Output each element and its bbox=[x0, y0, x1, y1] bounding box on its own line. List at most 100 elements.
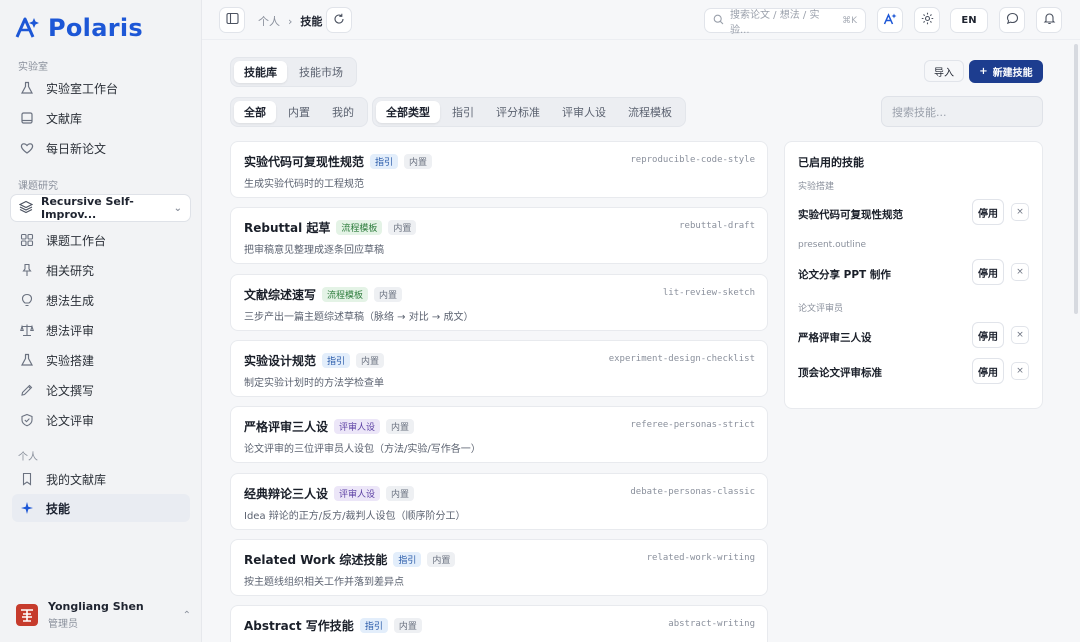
skill-card[interactable]: Related Work 综述技能 指引 内置 按主题线组织相关工作并落到差异点 rel… bbox=[230, 539, 768, 596]
project-selector[interactable]: Recursive Self-Improv... ⌄ bbox=[10, 194, 191, 222]
user-info: Yongliang Shen 管理员 bbox=[48, 600, 144, 630]
layers-icon bbox=[18, 200, 34, 217]
panel-title: 已启用的技能 bbox=[798, 156, 864, 169]
breadcrumb-item[interactable]: 个人 bbox=[258, 13, 280, 29]
skill-title-row: 实验设计规范 指引 内置 bbox=[244, 352, 385, 369]
filter-type-flow[interactable]: 流程模板 bbox=[618, 101, 682, 123]
flask-icon bbox=[20, 353, 34, 367]
sidebar-item-library[interactable]: 文献库 bbox=[12, 104, 190, 132]
logo[interactable]: Polaris bbox=[14, 14, 143, 42]
remove-button[interactable]: × bbox=[1011, 263, 1029, 281]
skill-type-tag: 流程模板 bbox=[336, 220, 383, 235]
search-shortcut: ⌘K bbox=[842, 15, 857, 26]
skill-title-row: 经典辩论三人设 评审人设 内置 bbox=[244, 485, 415, 502]
breadcrumb-separator: › bbox=[288, 14, 293, 28]
scope-filter: 全部 内置 我的 bbox=[230, 97, 368, 127]
user-menu[interactable]: Yongliang Shen 管理员 ⌃ bbox=[16, 600, 191, 630]
skill-title-row: Abstract 写作技能 指引 内置 bbox=[244, 617, 422, 634]
filter-scope-all[interactable]: 全部 bbox=[234, 101, 276, 123]
skill-card[interactable]: 实验设计规范 指引 内置 制定实验计划时的方法学检查单 experiment-desig… bbox=[230, 340, 768, 397]
sidebar-item-label: 文献库 bbox=[46, 111, 83, 126]
builtin-tag: 内置 bbox=[404, 154, 433, 169]
skill-title: 实验设计规范 bbox=[244, 354, 317, 368]
builtin-tag: 内置 bbox=[427, 552, 456, 567]
tab-skill-library[interactable]: 技能库 bbox=[234, 61, 287, 83]
sidebar-item-skills[interactable]: 技能 bbox=[12, 494, 190, 522]
sidebar-item-label: 想法评审 bbox=[46, 323, 95, 338]
filter-scope-mine[interactable]: 我的 bbox=[322, 101, 364, 123]
group-label: 实验搭建 bbox=[798, 182, 835, 192]
builtin-tag: 内置 bbox=[393, 618, 422, 633]
refresh-icon bbox=[333, 13, 345, 28]
grid-icon bbox=[20, 233, 34, 247]
ai-assistant-button[interactable] bbox=[877, 7, 903, 33]
skill-slug: lit-review-sketch bbox=[662, 288, 755, 298]
remove-button[interactable]: × bbox=[1011, 203, 1029, 221]
skill-title: 文献综述速写 bbox=[244, 288, 317, 302]
sidebar-item-project-workbench[interactable]: 课题工作台 bbox=[12, 226, 190, 254]
skill-type-tag: 评审人设 bbox=[334, 486, 381, 501]
sidebar: Polaris 实验室 实验室工作台 文献库 每日新论文 课题研究 Recurs… bbox=[0, 0, 202, 642]
sidebar-toggle-button[interactable] bbox=[219, 7, 245, 33]
language-button[interactable]: EN bbox=[950, 8, 988, 33]
skill-description: 生成实验代码时的工程规范 bbox=[244, 179, 364, 190]
scrollbar[interactable] bbox=[1074, 44, 1078, 314]
sidebar-item-lab-workbench[interactable]: 实验室工作台 bbox=[12, 74, 190, 102]
new-skill-button[interactable]: + 新建技能 bbox=[969, 60, 1043, 83]
refresh-button[interactable] bbox=[326, 7, 352, 33]
sidebar-item-related-research[interactable]: 相关研究 bbox=[12, 256, 190, 284]
skill-description: Idea 辩论的正方/反方/裁判人设包（顺序阶分工） bbox=[244, 511, 466, 522]
sidebar-item-experiment-setup[interactable]: 实验搭建 bbox=[12, 346, 190, 374]
skill-card[interactable]: Rebuttal 起草 流程模板 内置 把审稿意见整理成逐条回应草稿 rebuttal-… bbox=[230, 207, 768, 264]
sidebar-item-my-library[interactable]: 我的文献库 bbox=[12, 465, 190, 493]
logo-icon bbox=[15, 17, 39, 38]
polaris-icon bbox=[883, 12, 897, 29]
import-button[interactable]: 导入 bbox=[924, 60, 964, 82]
disable-button[interactable]: 停用 bbox=[972, 199, 1004, 225]
bell-icon bbox=[1043, 12, 1056, 28]
disable-button[interactable]: 停用 bbox=[972, 322, 1004, 348]
sidebar-item-daily-papers[interactable]: 每日新论文 bbox=[12, 134, 190, 162]
disable-button[interactable]: 停用 bbox=[972, 358, 1004, 384]
bulb-icon bbox=[20, 293, 34, 307]
remove-button[interactable]: × bbox=[1011, 362, 1029, 380]
skill-title: 严格评审三人设 bbox=[244, 420, 329, 434]
skill-card[interactable]: 严格评审三人设 评审人设 内置 论文评审的三位评审员人设包（方法/实验/写作各一） re… bbox=[230, 406, 768, 463]
pen-icon bbox=[20, 383, 34, 397]
sparkle-icon bbox=[20, 501, 34, 515]
sidebar-item-label: 技能 bbox=[46, 501, 71, 516]
skill-card[interactable]: 经典辩论三人设 评审人设 内置 Idea 辩论的正方/反方/裁判人设包（顺序阶分工） d… bbox=[230, 473, 768, 530]
skill-title-row: 严格评审三人设 评审人设 内置 bbox=[244, 418, 415, 435]
filter-type-persona[interactable]: 评审人设 bbox=[552, 101, 616, 123]
skill-type-tag: 指引 bbox=[370, 154, 399, 169]
skill-card[interactable]: 文献综述速写 流程模板 内置 三步产出一篇主题综述草稿（脉络 → 对比 → 成文） li… bbox=[230, 274, 768, 331]
search-placeholder: 搜索论文 / 想法 / 实验... bbox=[730, 9, 820, 36]
builtin-tag: 内置 bbox=[356, 353, 385, 368]
filter-type-guide[interactable]: 指引 bbox=[442, 101, 484, 123]
sidebar-item-paper-review[interactable]: 论文评审 bbox=[12, 406, 190, 434]
notifications-button[interactable] bbox=[1036, 7, 1062, 33]
skill-search-input[interactable]: 搜索技能... bbox=[881, 96, 1043, 127]
global-search[interactable]: 搜索论文 / 想法 / 实验... ⌘K bbox=[704, 8, 866, 36]
skill-title-row: 实验代码可复现性规范 指引 内置 bbox=[244, 153, 433, 170]
skill-title-row: 文献综述速写 流程模板 内置 bbox=[244, 286, 403, 303]
filter-scope-builtin[interactable]: 内置 bbox=[278, 101, 320, 123]
sidebar-item-label: 我的文献库 bbox=[46, 472, 107, 487]
sidebar-item-paper-writing[interactable]: 论文撰写 bbox=[12, 376, 190, 404]
avatar bbox=[16, 604, 38, 626]
disable-button[interactable]: 停用 bbox=[972, 259, 1004, 285]
skill-card[interactable]: Abstract 写作技能 指引 内置 abstract-writing bbox=[230, 605, 768, 642]
skill-type-tag: 流程模板 bbox=[322, 287, 369, 302]
tab-skill-market[interactable]: 技能市场 bbox=[289, 61, 353, 83]
skill-card[interactable]: 实验代码可复现性规范 指引 内置 生成实验代码时的工程规范 reproducible-c… bbox=[230, 141, 768, 198]
chat-button[interactable] bbox=[999, 7, 1025, 33]
filter-type-rubric[interactable]: 评分标准 bbox=[486, 101, 550, 123]
remove-button[interactable]: × bbox=[1011, 326, 1029, 344]
sidebar-item-idea-review[interactable]: 想法评审 bbox=[12, 316, 190, 344]
settings-button[interactable] bbox=[914, 7, 940, 33]
section-label-personal: 个人 bbox=[18, 452, 38, 463]
user-name: Yongliang Shen bbox=[48, 600, 144, 613]
sidebar-item-idea-generation[interactable]: 想法生成 bbox=[12, 286, 190, 314]
enabled-skill-name: 顶会论文评审标准 bbox=[798, 367, 882, 379]
filter-type-all[interactable]: 全部类型 bbox=[376, 101, 440, 123]
